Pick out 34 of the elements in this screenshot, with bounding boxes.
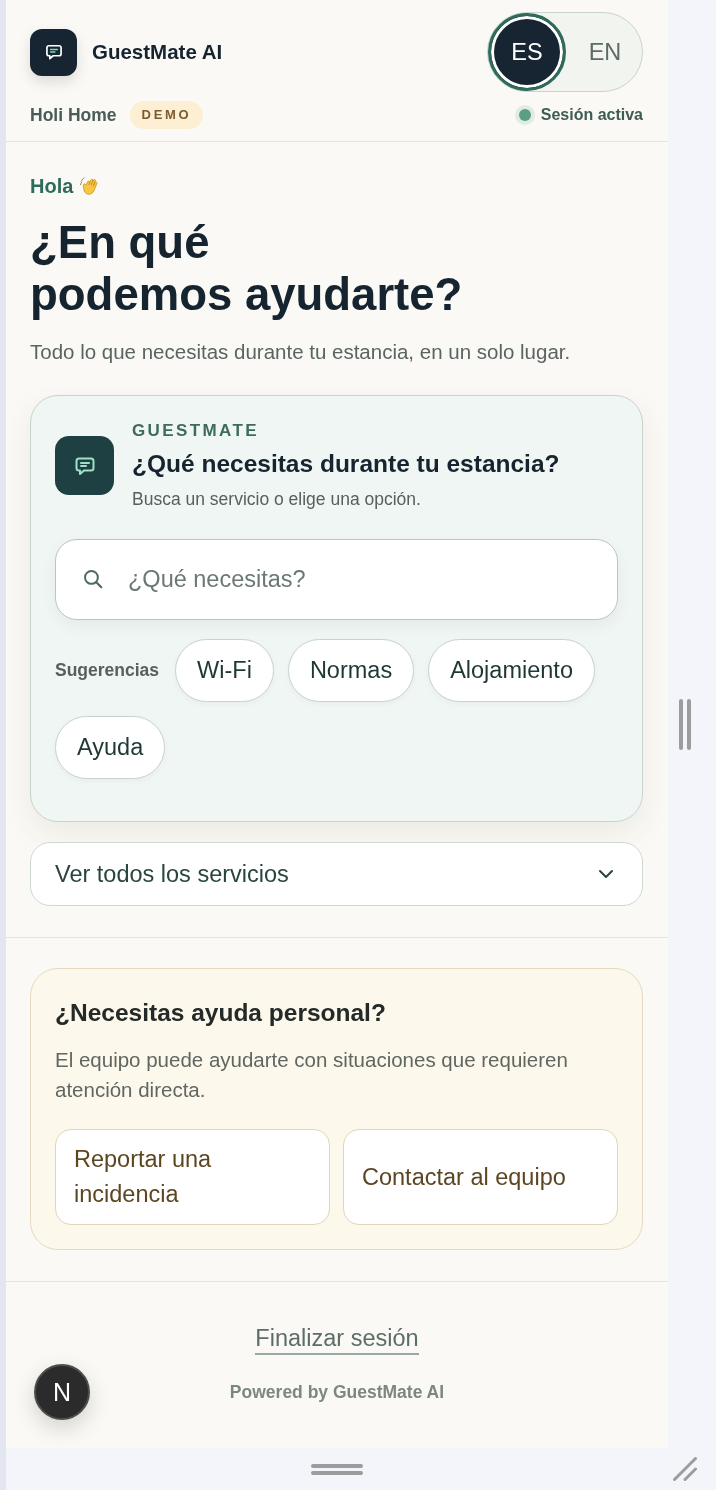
page-heading: ¿En qué podemos ayudarte? [30, 217, 464, 321]
suggestion-chip[interactable]: Ayuda [55, 716, 166, 779]
action-button[interactable]: Reportar una incidencia [55, 1129, 330, 1225]
powered-by-text: Powered by GuestMate AI [229, 1381, 445, 1403]
drag-handle-icon[interactable] [679, 698, 691, 750]
card-subtitle: Busca un servicio o elige una opción. [132, 489, 422, 510]
property-name: Holi Home [30, 104, 117, 126]
session-status: Sesión activa [540, 106, 643, 124]
suggestions-label: Sugerencias [55, 660, 160, 681]
help-text: El equipo puede ayudarte con situaciones que requieren atención directa. [55, 1047, 569, 1103]
language-button[interactable]: EN [566, 13, 644, 91]
language-button[interactable]: ES [488, 13, 566, 91]
resize-handle-icon[interactable] [673, 1457, 697, 1481]
language-switch[interactable]: ES EN [487, 12, 643, 92]
suggestion-chip[interactable]: Normas [287, 639, 415, 702]
page-subtitle: Todo lo que necesitas durante tu estancia, en un solo lugar. [30, 339, 572, 365]
chevron-down-icon [598, 869, 614, 879]
help-title: ¿Necesitas ayuda personal? [55, 999, 387, 1027]
suggestion-chip[interactable]: Alojamiento [428, 639, 595, 702]
card-title: ¿Qué necesitas durante tu estancia? [132, 449, 560, 479]
greeting-text: Hola [30, 175, 74, 197]
services-dropdown[interactable]: Ver todos los servicios [30, 842, 643, 906]
chat-bubble-icon [55, 436, 114, 495]
demo-badge: DEMO [129, 101, 204, 129]
card-eyebrow: GUESTMATE [132, 421, 261, 441]
dev-tools-button[interactable]: N [34, 1364, 90, 1420]
suggestion-chip[interactable]: Wi-Fi [175, 639, 274, 702]
app-name: GuestMate AI [92, 40, 223, 64]
search-field[interactable]: ¿Qué necesitas? [55, 539, 618, 620]
search-icon [82, 568, 104, 590]
logout-link[interactable]: Finalizar sesión [255, 1325, 419, 1355]
drag-handle-icon[interactable] [311, 1463, 363, 1475]
chat-bubble-icon [30, 28, 77, 76]
action-button[interactable]: Contactar al equipo [343, 1129, 618, 1225]
